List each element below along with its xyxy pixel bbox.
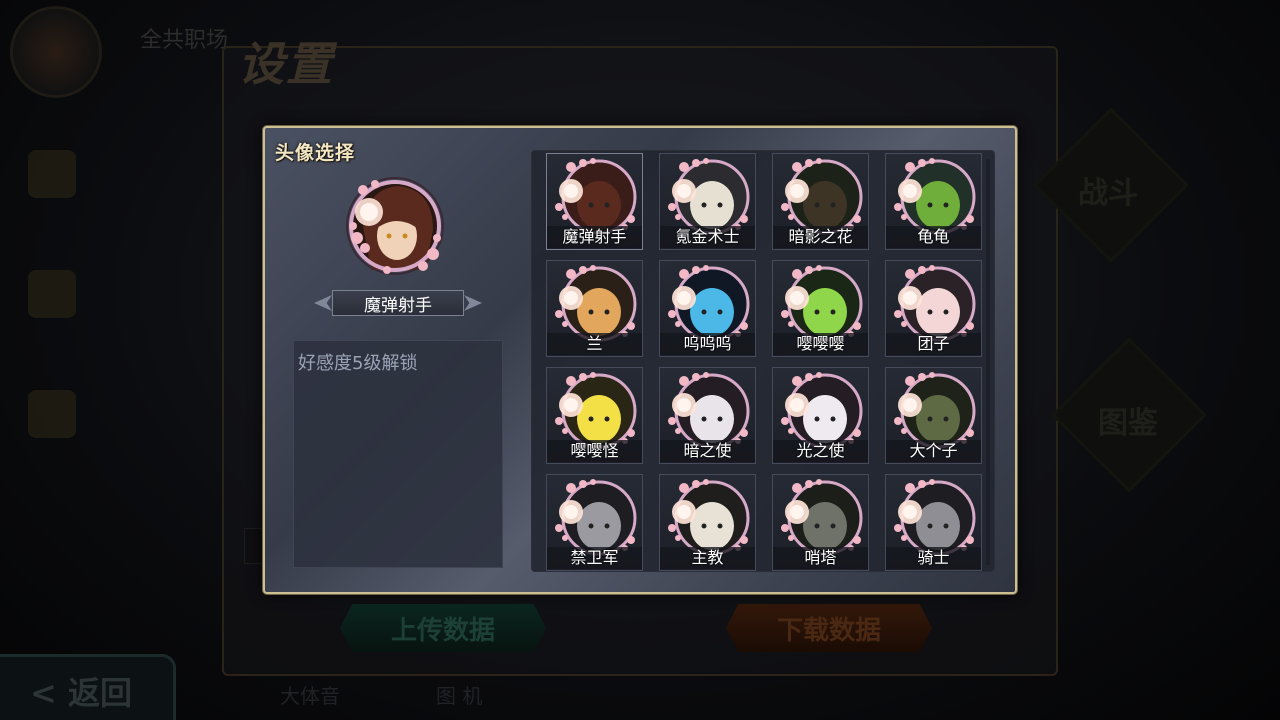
avatar-option[interactable]: 光之使 [772, 367, 869, 464]
bishop-portrait-icon [668, 479, 750, 556]
download-data-button: 下载数据 [726, 604, 932, 652]
settings-title: 设置 [238, 37, 334, 91]
avatar-grid: 魔弹射手 氪金术士 暗影之花 龟龟兰呜呜呜 嘤嘤嘤 团子嘤嘤怪 暗之使 光之使 大个子禁卫军 主教… [531, 150, 995, 572]
unlock-condition-text: 好感度5级解锁 [298, 353, 418, 374]
avatar-option-label: 魔弹射手 [547, 226, 642, 248]
back-button: < 返回 [0, 654, 176, 720]
side-menu-icon [28, 150, 76, 198]
bg-bottom-text: 图 机 [436, 684, 483, 708]
avatar-option-label: 兰 [547, 333, 642, 355]
avatar-option[interactable]: 暗之使 [659, 367, 756, 464]
avatar-option[interactable]: 魔弹射手 [546, 153, 643, 250]
avatar-option[interactable]: 大个子 [885, 367, 982, 464]
avatar-option[interactable]: 呜呜呜 [659, 260, 756, 357]
demon-gunner-portrait-icon [346, 177, 444, 275]
game-logo [10, 6, 102, 98]
light-envoy-portrait-icon [781, 372, 863, 449]
avatar-option-label: 龟龟 [886, 226, 981, 248]
bg-bottom-text: 大体音 [280, 684, 340, 708]
battle-label: 战斗 [1078, 176, 1138, 211]
avatar-option-label: 嘤嘤怪 [547, 440, 642, 462]
side-menu-icon [28, 270, 76, 318]
avatar-option-label: 光之使 [773, 440, 868, 462]
avatar-option[interactable]: 骑士 [885, 474, 982, 571]
side-menu-icon [28, 390, 76, 438]
avatar-option-label: 嘤嘤嘤 [773, 333, 868, 355]
bg-top-text: 全共职场 [140, 28, 229, 53]
avatar-option-label: 禁卫军 [547, 547, 642, 569]
banner-right-ornament [464, 295, 482, 311]
avatar-option[interactable]: 氪金术士 [659, 153, 756, 250]
avatar-option-label: 暗之使 [660, 440, 755, 462]
avatar-option-label: 呜呜呜 [660, 333, 755, 355]
lan-portrait-icon [555, 265, 637, 342]
avatar-option[interactable]: 兰 [546, 260, 643, 357]
selected-name-banner: 魔弹射手 [313, 288, 483, 318]
dialog-title: 头像选择 [275, 142, 356, 164]
selected-avatar-name: 魔弹射手 [332, 290, 464, 316]
avatar-option[interactable]: 嘤嘤嘤 [772, 260, 869, 357]
avatar-option-label: 哨塔 [773, 547, 868, 569]
avatar-option-label: 大个子 [886, 440, 981, 462]
big-guy-portrait-icon [894, 372, 976, 449]
avatar-option-label: 氪金术士 [660, 226, 755, 248]
royal-guard-portrait-icon [555, 479, 637, 556]
avatar-option[interactable]: 嘤嘤怪 [546, 367, 643, 464]
avatar-option[interactable]: 龟龟 [885, 153, 982, 250]
selected-avatar-preview [341, 174, 445, 278]
green-slime-portrait-icon [781, 265, 863, 342]
yellow-slime-portrait-icon [555, 372, 637, 449]
avatar-select-dialog: 头像选择 魔弹射手 好感度5级解锁 魔弹射手氪金术士暗影之花龟龟兰呜呜呜嘤 [263, 126, 1017, 594]
avatar-option-label: 团子 [886, 333, 981, 355]
krypton-mage-portrait-icon [668, 158, 750, 235]
codex-label: 图鉴 [1098, 406, 1158, 441]
avatar-description-box: 好感度5级解锁 [293, 340, 503, 568]
avatar-option[interactable]: 暗影之花 [772, 153, 869, 250]
pink-dango-portrait-icon [894, 265, 976, 342]
knight-portrait-icon [894, 479, 976, 556]
turtle-portrait-icon [894, 158, 976, 235]
watchtower-portrait-icon [781, 479, 863, 556]
avatar-option[interactable]: 禁卫军 [546, 474, 643, 571]
avatar-option-label: 主教 [660, 547, 755, 569]
demon-gunner-portrait-icon [555, 158, 637, 235]
avatar-option[interactable]: 主教 [659, 474, 756, 571]
shadow-flower-portrait-icon [781, 158, 863, 235]
avatar-option[interactable]: 哨塔 [772, 474, 869, 571]
dark-envoy-portrait-icon [668, 372, 750, 449]
upload-data-button: 上传数据 [340, 604, 546, 652]
blue-slime-portrait-icon [668, 265, 750, 342]
avatar-option-label: 暗影之花 [773, 226, 868, 248]
avatar-option-label: 骑士 [886, 547, 981, 569]
avatar-option[interactable]: 团子 [885, 260, 982, 357]
banner-left-ornament [314, 295, 332, 311]
grid-scrollbar[interactable] [986, 159, 990, 565]
